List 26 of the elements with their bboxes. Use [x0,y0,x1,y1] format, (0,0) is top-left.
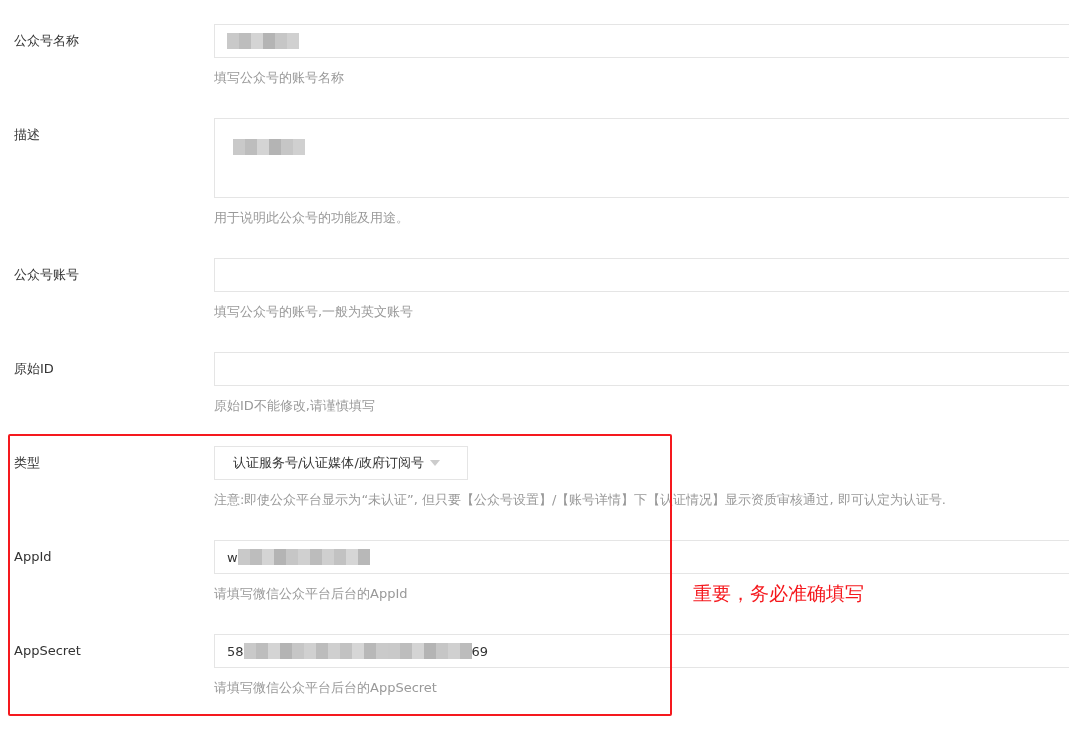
input-field[interactable]: w [214,540,1069,574]
help-text: 填写公众号的账号名称 [214,69,344,87]
text-area[interactable] [214,118,1069,198]
field-value: 69 [471,643,489,659]
field-label: 类型 [14,454,41,472]
field-value: 58 [227,643,244,659]
input-field[interactable] [214,258,1069,292]
redaction-mosaic [233,139,305,155]
redaction-mosaic [227,33,299,49]
field-label: AppSecret [14,642,82,660]
caret-icon [429,460,440,466]
input-field[interactable] [214,352,1069,386]
field-label: AppId [14,548,53,566]
type-dropdown[interactable]: 认证服务号/认证媒体/政府订阅号 [214,446,468,480]
field-label: 原始ID [14,360,55,378]
input-field[interactable] [214,24,1069,58]
field-label: 公众号名称 [14,32,80,50]
help-text: 用于说明此公众号的功能及用途。 [214,209,409,227]
help-text: 原始ID不能修改,请谨慎填写 [214,397,375,415]
field-label: 公众号账号 [14,266,80,284]
help-text: 请填写微信公众平台后台的AppId [214,585,408,603]
help-text: 请填写微信公众平台后台的AppSecret [214,679,437,697]
input-field[interactable]: 58 69 [214,634,1069,668]
field-value: w [227,549,238,565]
field-label: 描述 [14,126,41,144]
annotation-text: 重要，务必准确填写 [693,581,864,606]
